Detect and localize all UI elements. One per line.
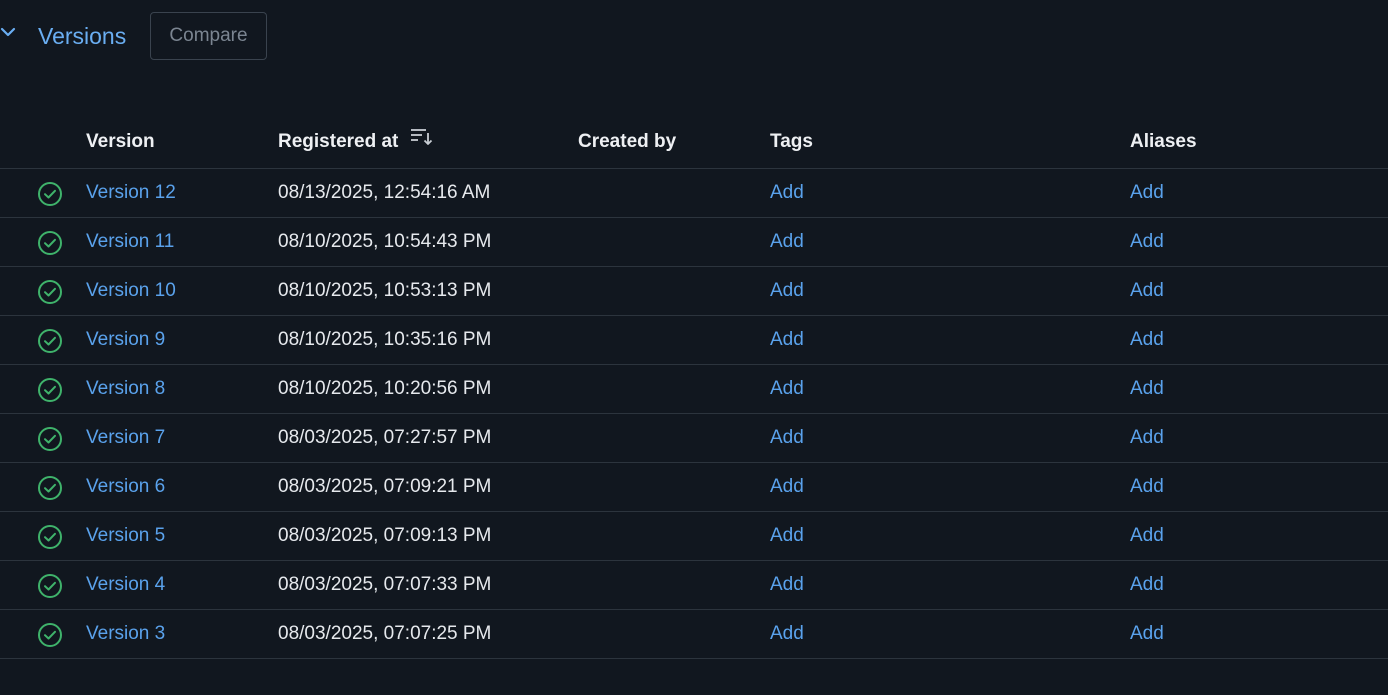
add-tag-link[interactable]: Add [770,279,804,303]
table-header: Version Registered at Created by Tags Al… [0,118,1388,169]
table-row: Version 8 08/10/2025, 10:20:56 PM Add Ad… [0,365,1388,414]
registered-at-value: 08/10/2025, 10:54:43 PM [278,231,492,252]
table-row: Version 12 08/13/2025, 12:54:16 AM Add A… [0,169,1388,218]
check-circle-icon [37,475,63,501]
add-tag-link[interactable]: Add [770,230,804,254]
registered-at-value: 08/10/2025, 10:20:56 PM [278,378,492,399]
add-tag-link[interactable]: Add [770,573,804,597]
registered-at-value: 08/13/2025, 12:54:16 AM [278,182,491,203]
add-alias-link[interactable]: Add [1130,622,1164,646]
section-title[interactable]: Versions [38,24,126,48]
check-circle-icon [37,377,63,403]
sort-descending-icon[interactable] [410,127,434,154]
version-link[interactable]: Version 6 [86,475,165,499]
check-circle-icon [37,524,63,550]
table-row: Version 11 08/10/2025, 10:54:43 PM Add A… [0,218,1388,267]
version-link[interactable]: Version 11 [86,230,174,254]
add-alias-link[interactable]: Add [1130,573,1164,597]
add-tag-link[interactable]: Add [770,475,804,499]
versions-table: Version Registered at Created by Tags Al… [0,118,1388,659]
add-tag-link[interactable]: Add [770,426,804,450]
version-link[interactable]: Version 4 [86,573,165,597]
version-link[interactable]: Version 10 [86,279,176,303]
column-header-registered-at[interactable]: Registered at [278,127,434,154]
add-alias-link[interactable]: Add [1130,475,1164,499]
table-row: Version 3 08/03/2025, 07:07:25 PM Add Ad… [0,610,1388,659]
check-circle-icon [37,230,63,256]
add-alias-link[interactable]: Add [1130,377,1164,401]
registered-at-value: 08/03/2025, 07:09:13 PM [278,525,492,546]
add-tag-link[interactable]: Add [770,328,804,352]
version-link[interactable]: Version 7 [86,426,165,450]
add-alias-link[interactable]: Add [1130,426,1164,450]
version-link[interactable]: Version 8 [86,377,165,401]
registered-at-value: 08/10/2025, 10:35:16 PM [278,329,492,350]
add-alias-link[interactable]: Add [1130,230,1164,254]
table-row: Version 7 08/03/2025, 07:27:57 PM Add Ad… [0,414,1388,463]
check-circle-icon [37,622,63,648]
add-tag-link[interactable]: Add [770,377,804,401]
column-header-aliases: Aliases [1130,131,1197,152]
registered-at-value: 08/03/2025, 07:27:57 PM [278,427,492,448]
version-link[interactable]: Version 3 [86,622,165,646]
table-row: Version 9 08/10/2025, 10:35:16 PM Add Ad… [0,316,1388,365]
registered-at-value: 08/10/2025, 10:53:13 PM [278,280,492,301]
add-tag-link[interactable]: Add [770,181,804,205]
registered-at-value: 08/03/2025, 07:07:33 PM [278,574,492,595]
add-tag-link[interactable]: Add [770,524,804,548]
check-circle-icon [37,573,63,599]
check-circle-icon [37,181,63,207]
add-alias-link[interactable]: Add [1130,279,1164,303]
column-header-registered-at-label: Registered at [278,131,399,153]
version-link[interactable]: Version 12 [86,181,176,205]
registered-at-value: 08/03/2025, 07:07:25 PM [278,623,492,644]
table-row: Version 4 08/03/2025, 07:07:33 PM Add Ad… [0,561,1388,610]
chevron-down-icon[interactable] [0,24,16,40]
compare-button[interactable]: Compare [150,12,267,60]
registered-at-value: 08/03/2025, 07:09:21 PM [278,476,492,497]
check-circle-icon [37,426,63,452]
version-link[interactable]: Version 5 [86,524,165,548]
table-row: Version 5 08/03/2025, 07:09:13 PM Add Ad… [0,512,1388,561]
add-alias-link[interactable]: Add [1130,181,1164,205]
column-header-version: Version [86,131,155,152]
table-row: Version 10 08/10/2025, 10:53:13 PM Add A… [0,267,1388,316]
add-alias-link[interactable]: Add [1130,328,1164,352]
table-row: Version 6 08/03/2025, 07:09:21 PM Add Ad… [0,463,1388,512]
version-link[interactable]: Version 9 [86,328,165,352]
column-header-created-by: Created by [578,131,677,152]
versions-header: Versions Compare [0,12,300,60]
column-header-tags: Tags [770,131,813,152]
add-alias-link[interactable]: Add [1130,524,1164,548]
add-tag-link[interactable]: Add [770,622,804,646]
check-circle-icon [37,328,63,354]
check-circle-icon [37,279,63,305]
table-body: Version 12 08/13/2025, 12:54:16 AM Add A… [0,169,1388,659]
